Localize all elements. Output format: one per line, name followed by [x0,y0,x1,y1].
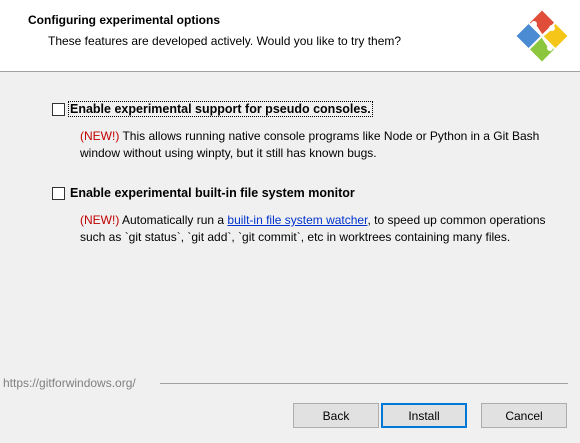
new-badge: (NEW!) [80,129,120,143]
description-text: Automatically run a [119,213,228,227]
wizard-header: Configuring experimental options These f… [0,0,580,72]
install-button-label: Install [408,408,440,423]
git-logo-icon [512,6,572,66]
footer-url: https://gitforwindows.org/ [3,376,136,390]
cancel-button[interactable]: Cancel [481,403,567,428]
fs-monitor-description: (NEW!) Automatically run a built-in file… [80,212,550,245]
back-button[interactable]: Back [293,403,379,428]
option-fs-monitor[interactable]: Enable experimental built-in file system… [52,186,356,200]
option-pseudo-console[interactable]: Enable experimental support for pseudo c… [52,101,373,117]
new-badge: (NEW!) [80,213,120,227]
fs-monitor-label[interactable]: Enable experimental built-in file system… [69,186,356,200]
fs-monitor-checkbox[interactable] [52,186,65,200]
description-text: This allows running native console progr… [80,129,540,160]
pseudo-console-label[interactable]: Enable experimental support for pseudo c… [68,101,373,117]
page-title: Configuring experimental options [28,13,221,27]
back-button-label: Back [322,408,350,423]
pseudo-console-description: (NEW!) This allows running native consol… [80,128,550,161]
footer-divider [160,383,568,384]
fs-watcher-link[interactable]: built-in file system watcher [227,213,367,227]
cancel-button-label: Cancel [505,408,543,423]
pseudo-console-checkbox[interactable] [52,102,65,116]
page-subtitle: These features are developed actively. W… [48,34,402,48]
install-button[interactable]: Install [381,403,467,428]
